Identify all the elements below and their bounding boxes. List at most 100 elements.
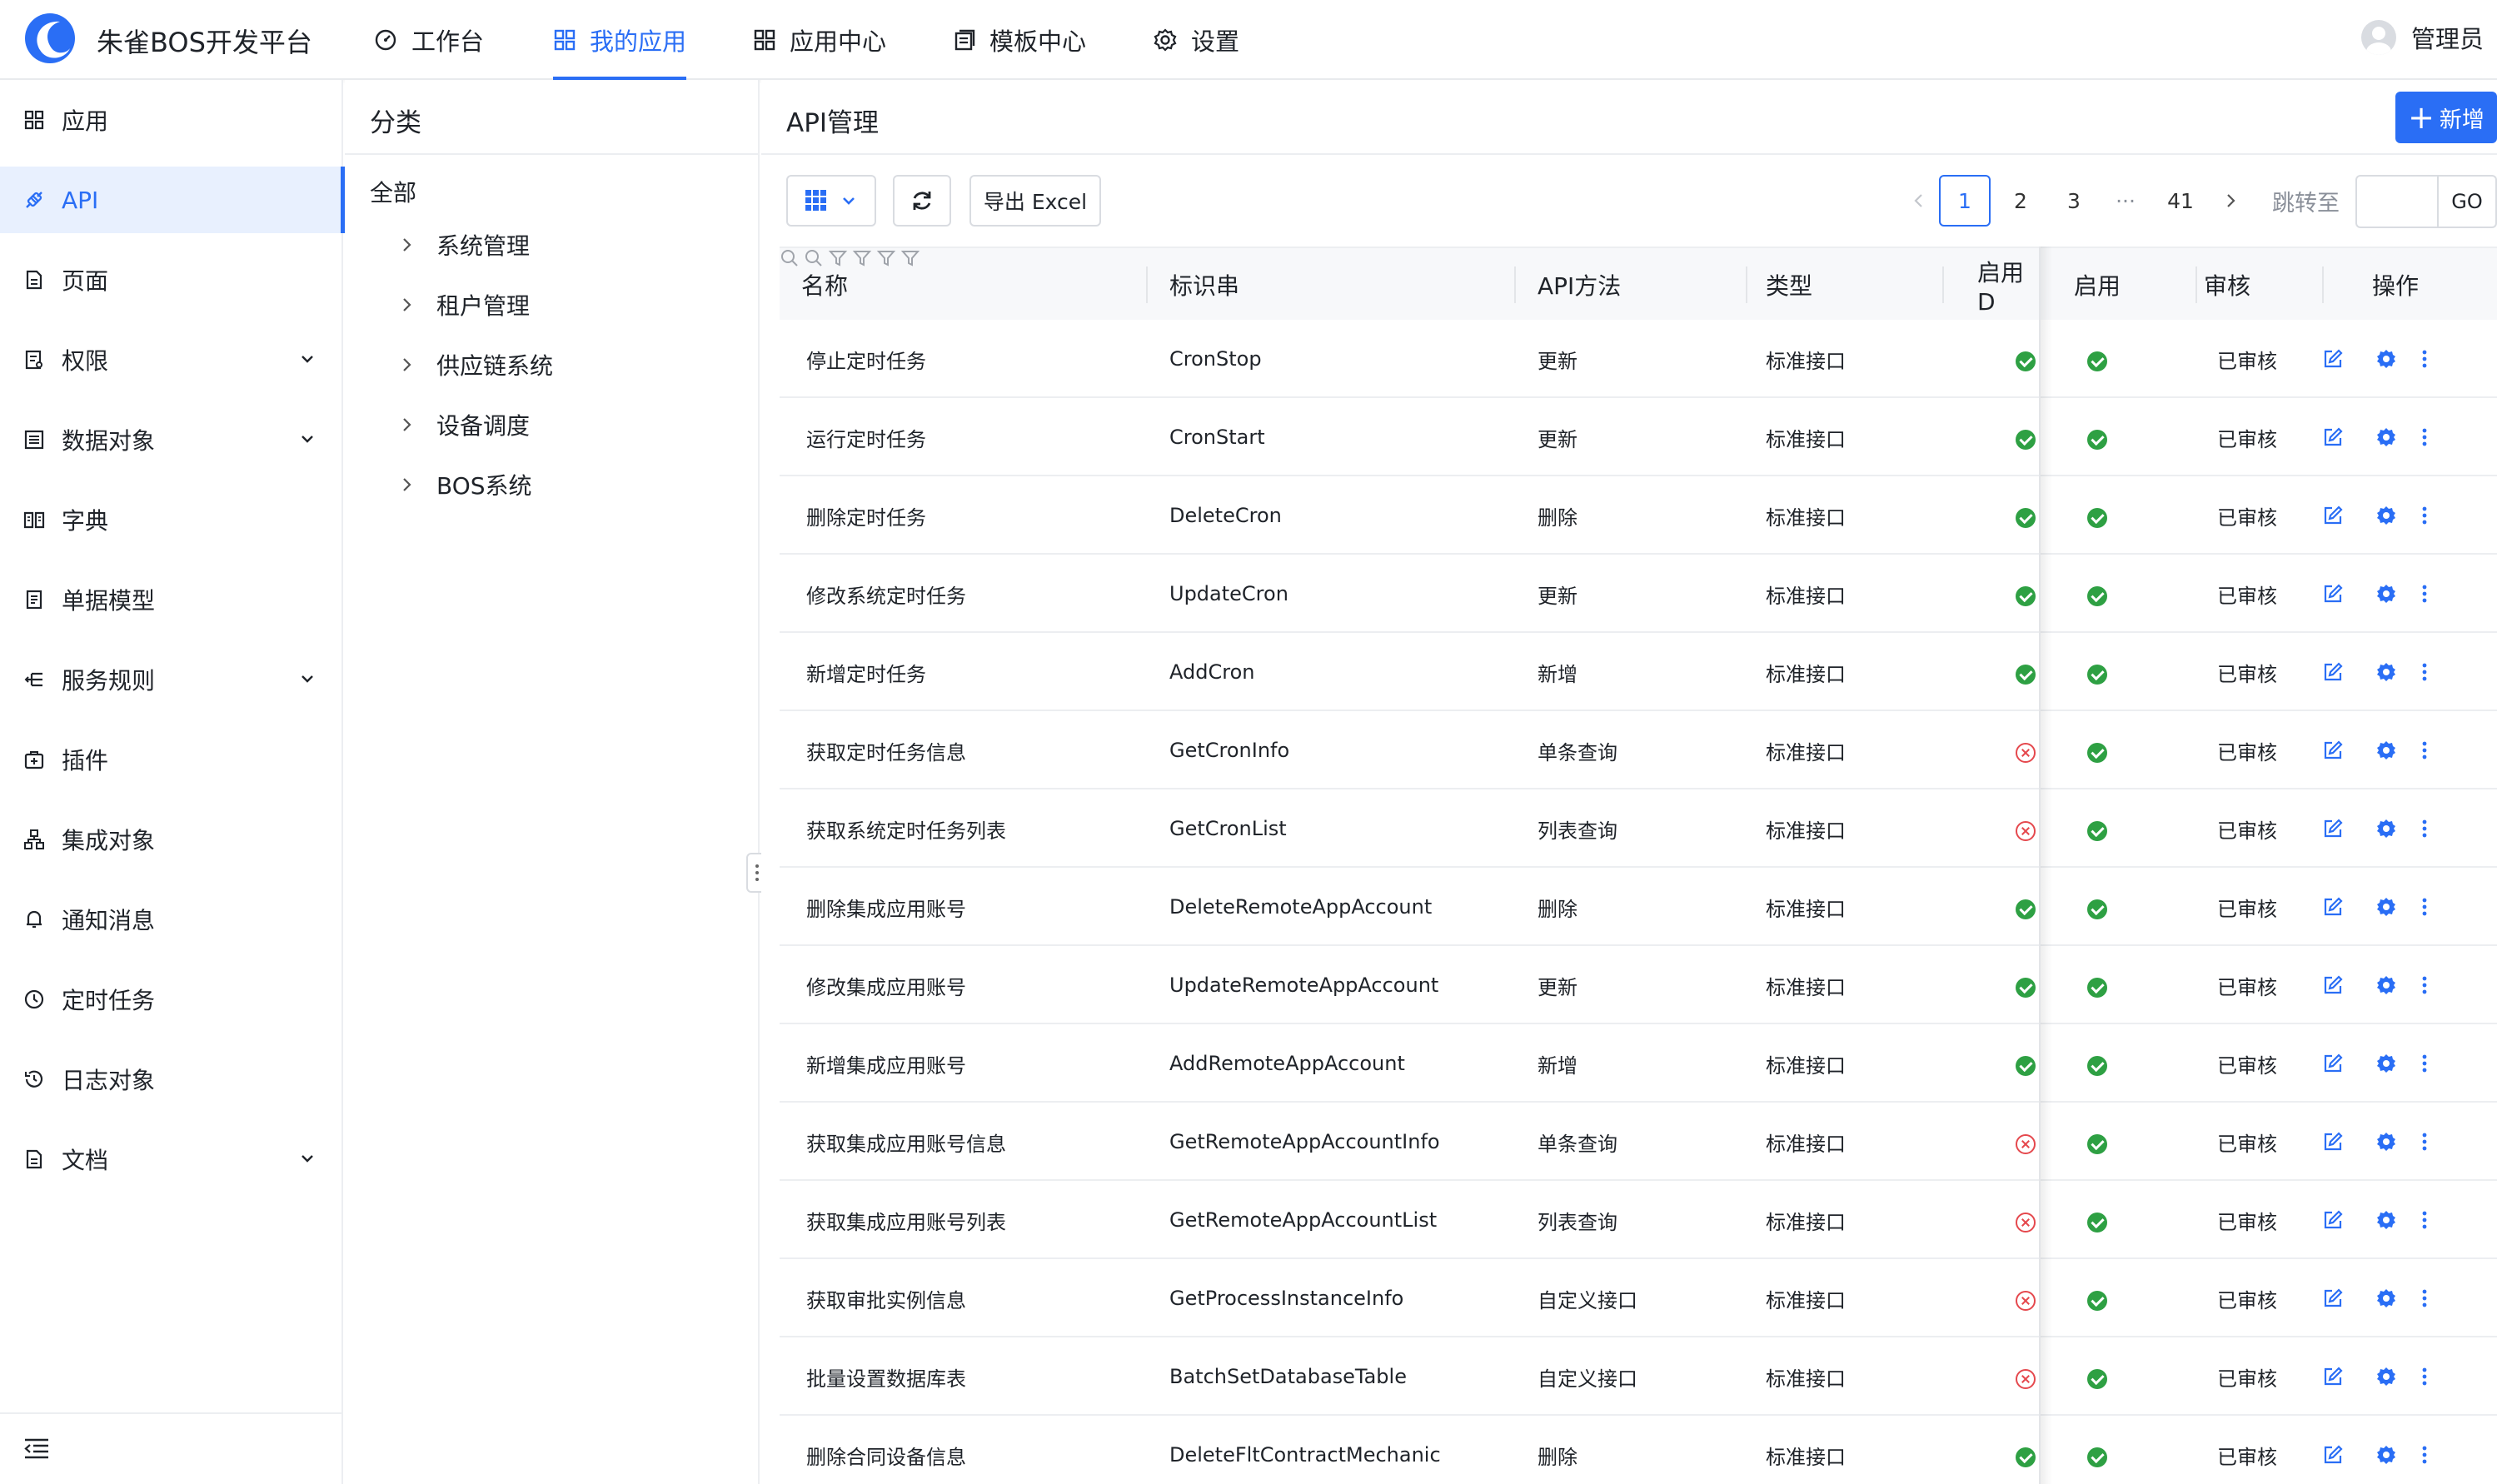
more-icon[interactable] <box>2420 1366 2429 1387</box>
category-node[interactable]: 设备调度 <box>400 408 530 441</box>
sidebar-item-apps[interactable]: 应用 <box>0 87 343 153</box>
add-button[interactable]: + 新增 <box>2395 92 2497 143</box>
more-icon[interactable] <box>2420 974 2429 996</box>
sidebar-item-scheduled-task[interactable]: 定时任务 <box>0 966 343 1033</box>
edit-icon[interactable] <box>2322 818 2344 839</box>
go-button[interactable]: GO <box>2439 175 2497 228</box>
edit-icon[interactable] <box>2322 426 2344 448</box>
table-row[interactable]: 修改集成应用账号 UpdateRemoteAppAccount 更新 标准接口 … <box>780 946 2497 1024</box>
more-icon[interactable] <box>2420 505 2429 526</box>
gear-icon[interactable] <box>2375 818 2397 839</box>
column-settings-button[interactable] <box>786 175 876 227</box>
table-row[interactable]: 修改系统定时任务 UpdateCron 更新 标准接口 已审核 <box>780 555 2497 633</box>
table-row[interactable]: 删除集成应用账号 DeleteRemoteAppAccount 删除 标准接口 … <box>780 868 2497 946</box>
category-node[interactable]: BOS系统 <box>400 468 532 501</box>
sidebar-item-log-object[interactable]: 日志对象 <box>0 1046 343 1113</box>
table-row[interactable]: 获取系统定时任务列表 GetCronList 列表查询 标准接口 已审核 <box>780 789 2497 868</box>
refresh-button[interactable] <box>893 175 951 227</box>
more-icon[interactable] <box>2420 1209 2429 1231</box>
gear-icon[interactable] <box>2375 348 2397 370</box>
filter-icon[interactable] <box>900 248 920 268</box>
page-ellipsis[interactable]: ··· <box>2104 175 2147 227</box>
sidebar-item-permission[interactable]: 权限 <box>0 326 343 393</box>
category-node[interactable]: 租户管理 <box>400 288 530 321</box>
page-button[interactable]: 2 <box>1999 175 2042 227</box>
gear-icon[interactable] <box>2375 896 2397 918</box>
sidebar-item-service-rule[interactable]: 服务规则 <box>0 646 343 713</box>
chevron-right-icon[interactable] <box>400 236 415 254</box>
table-row[interactable]: 批量设置数据库表 BatchSetDatabaseTable 自定义接口 标准接… <box>780 1337 2497 1416</box>
more-icon[interactable] <box>2420 426 2429 448</box>
gear-icon[interactable] <box>2375 505 2397 526</box>
user-menu[interactable]: 管理员 <box>2360 20 2484 55</box>
chevron-right-icon[interactable] <box>400 356 415 374</box>
prev-page-button[interactable] <box>1902 175 1936 227</box>
gear-icon[interactable] <box>2375 974 2397 996</box>
edit-icon[interactable] <box>2322 661 2344 683</box>
gear-icon[interactable] <box>2375 1366 2397 1387</box>
edit-icon[interactable] <box>2322 1366 2344 1387</box>
sidebar-item-integration[interactable]: 集成对象 <box>0 806 343 873</box>
sidebar-item-notification[interactable]: 通知消息 <box>0 886 343 953</box>
more-icon[interactable] <box>2420 740 2429 761</box>
jump-page-input[interactable] <box>2355 175 2439 228</box>
more-icon[interactable] <box>2420 1287 2429 1309</box>
table-row[interactable]: 获取审批实例信息 GetProcessInstanceInfo 自定义接口 标准… <box>780 1259 2497 1337</box>
edit-icon[interactable] <box>2322 1053 2344 1074</box>
more-icon[interactable] <box>2420 1131 2429 1153</box>
edit-icon[interactable] <box>2322 505 2344 526</box>
table-row[interactable]: 停止定时任务 CronStop 更新 标准接口 已审核 <box>780 320 2497 398</box>
gear-icon[interactable] <box>2375 1131 2397 1153</box>
next-page-button[interactable] <box>2214 175 2247 227</box>
sidebar-item-docs[interactable]: 文档 <box>0 1126 343 1193</box>
edit-icon[interactable] <box>2322 740 2344 761</box>
nav-dashboard[interactable]: 工作台 <box>373 0 484 80</box>
sidebar-item-dictionary[interactable]: 字典 <box>0 486 343 553</box>
more-icon[interactable] <box>2420 583 2429 605</box>
table-row[interactable]: 删除定时任务 DeleteCron 删除 标准接口 已审核 <box>780 476 2497 555</box>
nav-my-apps[interactable]: 我的应用 <box>553 0 687 80</box>
gear-icon[interactable] <box>2375 661 2397 683</box>
nav-settings[interactable]: 设置 <box>1153 0 1239 80</box>
nav-app-center[interactable]: 应用中心 <box>753 0 886 80</box>
edit-icon[interactable] <box>2322 348 2344 370</box>
page-button[interactable]: 41 <box>2154 175 2207 227</box>
table-row[interactable]: 新增定时任务 AddCron 新增 标准接口 已审核 <box>780 633 2497 711</box>
table-row[interactable]: 运行定时任务 CronStart 更新 标准接口 已审核 <box>780 398 2497 476</box>
filter-icon[interactable] <box>876 248 896 268</box>
sidebar-item-api[interactable]: API <box>0 167 345 233</box>
more-icon[interactable] <box>2420 661 2429 683</box>
category-node[interactable]: 供应链系统 <box>400 348 553 381</box>
edit-icon[interactable] <box>2322 974 2344 996</box>
filter-icon[interactable] <box>852 248 872 268</box>
edit-icon[interactable] <box>2322 1209 2344 1231</box>
sidebar-item-data-object[interactable]: 数据对象 <box>0 406 343 473</box>
export-excel-button[interactable]: 导出 Excel <box>969 175 1101 227</box>
more-icon[interactable] <box>2420 896 2429 918</box>
table-row[interactable]: 删除合同设备信息 DeleteFltContractMechanic 删除 标准… <box>780 1416 2497 1484</box>
gear-icon[interactable] <box>2375 1053 2397 1074</box>
page-button[interactable]: 3 <box>2052 175 2096 227</box>
edit-icon[interactable] <box>2322 583 2344 605</box>
gear-icon[interactable] <box>2375 426 2397 448</box>
sidebar-item-plugin[interactable]: 插件 <box>0 726 343 793</box>
gear-icon[interactable] <box>2375 583 2397 605</box>
sidebar-item-page[interactable]: 页面 <box>0 247 343 313</box>
table-row[interactable]: 新增集成应用账号 AddRemoteAppAccount 新增 标准接口 已审核 <box>780 1024 2497 1103</box>
page-button[interactable]: 1 <box>1939 175 1991 227</box>
more-icon[interactable] <box>2420 348 2429 370</box>
gear-icon[interactable] <box>2375 740 2397 761</box>
gear-icon[interactable] <box>2375 1209 2397 1231</box>
more-icon[interactable] <box>2420 1444 2429 1466</box>
search-icon[interactable] <box>780 248 800 268</box>
edit-icon[interactable] <box>2322 1287 2344 1309</box>
table-row[interactable]: 获取集成应用账号列表 GetRemoteAppAccountList 列表查询 … <box>780 1181 2497 1259</box>
category-all[interactable]: 全部 <box>370 175 416 208</box>
chevron-right-icon[interactable] <box>400 416 415 434</box>
sidebar-item-document-model[interactable]: 单据模型 <box>0 566 343 633</box>
chevron-right-icon[interactable] <box>400 296 415 314</box>
collapse-menu-icon[interactable] <box>23 1437 50 1461</box>
table-row[interactable]: 获取集成应用账号信息 GetRemoteAppAccountInfo 单条查询 … <box>780 1103 2497 1181</box>
edit-icon[interactable] <box>2322 1444 2344 1466</box>
more-icon[interactable] <box>2420 818 2429 839</box>
